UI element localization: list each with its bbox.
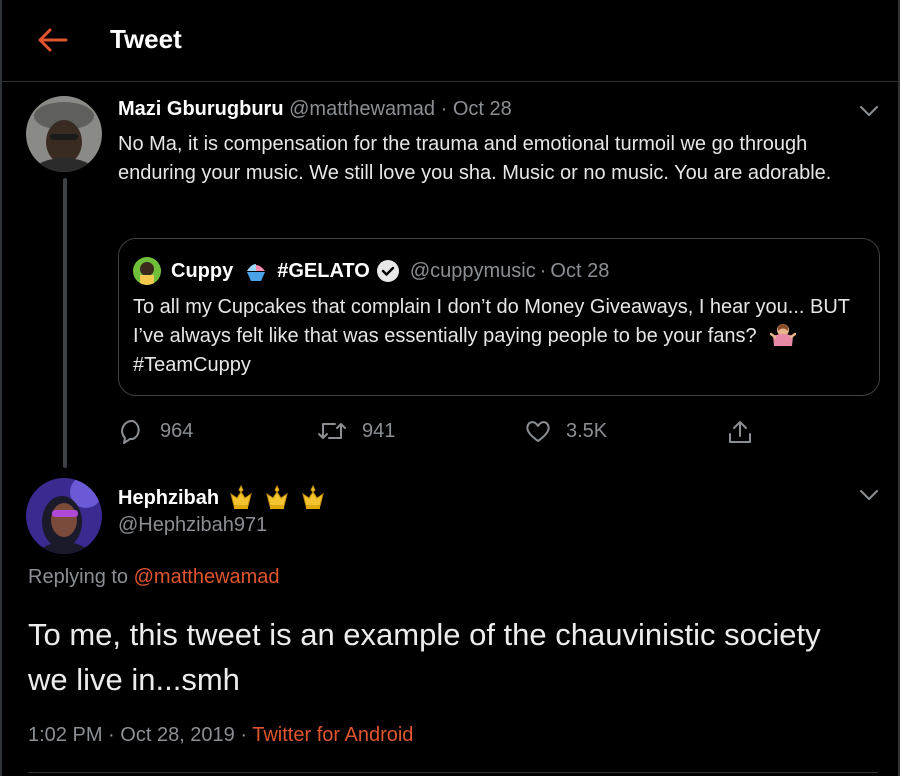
mention-link[interactable]: @matthewamad [134, 566, 280, 588]
quoted-tag: #GELATO [277, 259, 370, 282]
person-shrugging-emoji [770, 324, 797, 346]
shaved-ice-emoji [247, 264, 266, 281]
reply-button[interactable]: 964 [118, 418, 193, 444]
tweet-header: Mazi Gburugburu @matthewamad · Oct 28 [118, 98, 512, 121]
hashtag[interactable]: #TeamCuppy [133, 354, 251, 376]
quoted-display-name: Cuppy [171, 259, 234, 282]
separator-dot: · [108, 724, 115, 746]
like-button[interactable]: 3.5K [524, 418, 607, 444]
tweet-detail-view: Tweet Mazi Gburugburu @matthewamad · Oct… [0, 0, 900, 776]
separator-dot: · [539, 259, 547, 282]
verified-badge-icon [376, 260, 399, 282]
tweet-actions: 964 941 3.5K [118, 418, 778, 448]
tweet-date[interactable]: Oct 28, 2019 [120, 724, 235, 746]
reply-tweet-text: To me, this tweet is an example of the c… [28, 617, 821, 697]
share-button[interactable] [726, 418, 768, 446]
quoted-tweet-text: To all my Cupcakes that complain I don’t… [133, 293, 863, 380]
reply-icon [121, 420, 140, 444]
like-count: 3.5K [566, 419, 608, 442]
crown-emoji [230, 484, 252, 509]
tweet-date[interactable]: Oct 28 [453, 98, 512, 120]
separator-dot: · [440, 98, 448, 120]
display-name[interactable]: Mazi Gburugburu [118, 98, 284, 120]
quoted-tweet-header: Cuppy #GELATO @cuppymusic · Oct 28 [133, 257, 609, 285]
crown-emoji [266, 484, 288, 509]
tweet-text: No Ma, it is compensation for the trauma… [118, 133, 832, 184]
quoted-tweet[interactable]: Cuppy #GELATO @cuppymusic · Oct 28 To al… [118, 238, 880, 396]
quoted-handle: @cuppymusic [409, 259, 536, 282]
tweet-time[interactable]: 1:02 PM [28, 724, 102, 746]
arrow-left-icon[interactable] [36, 26, 68, 54]
reply-count: 964 [160, 419, 194, 442]
top-bar: Tweet [2, 0, 900, 82]
retweet-icon [318, 423, 346, 439]
user-handle[interactable]: @matthewamad [289, 98, 435, 120]
quoted-date: Oct 28 [550, 259, 610, 282]
share-icon [729, 421, 751, 443]
display-name[interactable]: Hephzibah [118, 487, 219, 510]
tweet-meta: 1:02 PM · Oct 28, 2019 · Twitter for And… [28, 724, 413, 747]
heart-icon [526, 421, 550, 442]
page-title: Tweet [110, 24, 182, 54]
quoted-avatar [133, 257, 161, 285]
chevron-down-icon[interactable] [858, 104, 880, 118]
thread-connector [63, 178, 67, 468]
divider [28, 772, 878, 773]
quoted-text: To all my Cupcakes that complain I don’t… [133, 296, 850, 347]
avatar[interactable] [26, 96, 102, 172]
replying-to: Replying to @matthewamad [28, 566, 280, 589]
separator-dot: · [240, 724, 248, 746]
avatar[interactable] [26, 478, 102, 554]
crown-emoji [302, 484, 324, 509]
source-link[interactable]: Twitter for Android [252, 724, 413, 746]
replying-prefix: Replying to [28, 566, 129, 588]
retweet-button[interactable]: 941 [316, 418, 395, 444]
reply-tweet-header: Hephzibah [118, 484, 327, 512]
user-handle[interactable]: @Hephzibah971 [118, 514, 267, 537]
chevron-down-icon[interactable] [858, 488, 880, 502]
retweet-count: 941 [362, 419, 396, 442]
